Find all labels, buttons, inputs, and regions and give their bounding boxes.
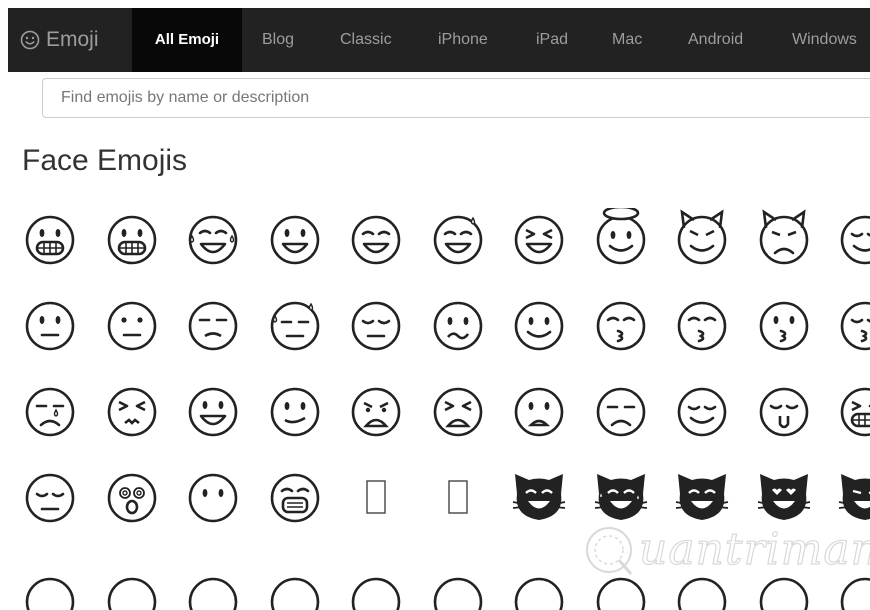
brand-logo[interactable]: Emoji [8, 8, 132, 72]
nav-blog[interactable]: Blog [262, 8, 294, 72]
partial-emoji-icon[interactable] [344, 570, 408, 610]
missing-glyph-icon[interactable] [426, 466, 490, 530]
angry-face-icon[interactable] [344, 380, 408, 444]
grinning-face-icon[interactable] [100, 208, 164, 272]
partial-emoji-icon[interactable] [833, 570, 870, 610]
unamused-face-icon[interactable] [181, 294, 245, 358]
cat-face-with-tears-of-joy-icon[interactable] [589, 466, 653, 530]
nav-ipad[interactable]: iPad [536, 8, 568, 72]
partial-emoji-icon[interactable] [18, 570, 82, 610]
partial-emoji-icon[interactable] [507, 570, 571, 610]
partial-emoji-icon[interactable] [181, 570, 245, 610]
missing-glyph-icon[interactable] [344, 466, 408, 530]
grimacing-face-icon[interactable] [18, 208, 82, 272]
watermark-text: uantrimang [638, 523, 870, 575]
face-with-tongue-icon[interactable] [752, 380, 816, 444]
face-with-tears-of-joy-icon[interactable] [181, 208, 245, 272]
nav-mac[interactable]: Mac [612, 8, 642, 72]
face-throwing-kiss-icon[interactable] [833, 294, 870, 358]
partial-emoji-icon[interactable] [426, 570, 490, 610]
face-with-medical-mask-icon[interactable] [263, 466, 327, 530]
partial-emoji-icon[interactable] [670, 570, 734, 610]
section-title: Face Emojis [22, 144, 188, 177]
face-with-cold-sweat-icon[interactable] [263, 294, 327, 358]
imp-icon[interactable] [752, 208, 816, 272]
frowning-face-icon[interactable] [507, 380, 571, 444]
nav-iphone[interactable]: iPhone [438, 8, 488, 72]
upside-down-smile-face-icon[interactable] [507, 294, 571, 358]
partial-emoji-icon[interactable] [100, 570, 164, 610]
partial-emoji-icon[interactable] [589, 570, 653, 610]
smiling-face-with-horns-icon[interactable] [670, 208, 734, 272]
smiling-face-open-mouth-cold-sweat-icon[interactable] [426, 208, 490, 272]
smiling-cat-open-mouth-icon[interactable] [507, 466, 571, 530]
grinning-face-with-big-eyes-icon[interactable] [181, 380, 245, 444]
smiling-face-open-mouth-tightly-closed-eyes-icon[interactable] [507, 208, 571, 272]
smirking-face-icon[interactable] [263, 380, 327, 444]
dizzy-face-icon[interactable] [100, 466, 164, 530]
face-with-stuck-out-tongue-icon[interactable] [833, 380, 870, 444]
search-input[interactable] [42, 78, 870, 118]
brand-label: Emoji [46, 28, 99, 51]
persevering-face-icon[interactable] [100, 380, 164, 444]
neutral-face-icon[interactable] [18, 294, 82, 358]
winking-face-icon[interactable] [833, 208, 870, 272]
smiling-face-open-mouth-icon[interactable] [263, 208, 327, 272]
nav-windows[interactable]: Windows [792, 8, 857, 72]
kissing-face-icon[interactable] [752, 294, 816, 358]
relieved-face-icon[interactable] [670, 380, 734, 444]
partial-emoji-icon[interactable] [752, 570, 816, 610]
partial-emoji-icon[interactable] [263, 570, 327, 610]
expressionless-face-icon[interactable] [100, 294, 164, 358]
worried-face-icon[interactable] [589, 380, 653, 444]
top-navbar: Emoji All Emoji Blog Classic iPhone iPad… [8, 8, 870, 72]
face-without-mouth-icon[interactable] [181, 466, 245, 530]
kissing-face-smiling-eyes-icon[interactable] [589, 294, 653, 358]
pensive-face-icon[interactable] [344, 294, 408, 358]
nav-android[interactable]: Android [688, 8, 743, 72]
smiling-face-with-halo-icon[interactable] [589, 208, 653, 272]
cat-face-with-heart-eyes-icon[interactable] [752, 466, 816, 530]
sleepy-face-icon[interactable] [18, 466, 82, 530]
smiley-icon [20, 30, 40, 50]
confused-face-icon[interactable] [426, 294, 490, 358]
grinning-cat-icon[interactable] [670, 466, 734, 530]
crying-face-icon[interactable] [18, 380, 82, 444]
tired-face-icon[interactable] [426, 380, 490, 444]
cat-face-with-wry-smile-icon[interactable] [833, 466, 870, 530]
kissing-face-closed-eyes-icon[interactable] [670, 294, 734, 358]
nav-all-emoji[interactable]: All Emoji [132, 8, 242, 72]
smiling-face-open-mouth-smiling-eyes-icon[interactable] [344, 208, 408, 272]
nav-classic[interactable]: Classic [340, 8, 392, 72]
